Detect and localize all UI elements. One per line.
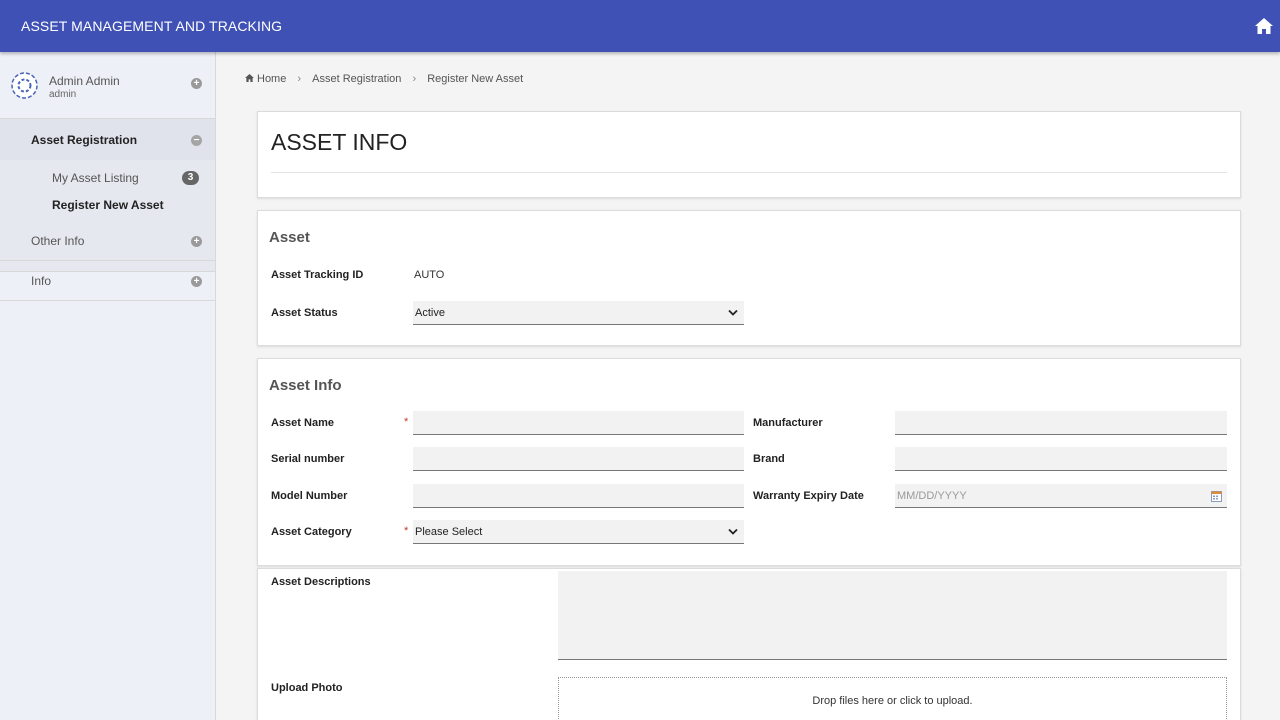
upload-photo-label: Upload Photo — [271, 682, 343, 694]
nav-item-label: Info — [31, 274, 52, 288]
chevron-down-icon — [728, 309, 738, 316]
required-marker: * — [404, 525, 409, 537]
manufacturer-label: Manufacturer — [753, 417, 823, 429]
breadcrumb-home[interactable]: Home — [257, 73, 286, 85]
page-title: ASSET INFO — [271, 129, 408, 155]
nav-section-header[interactable]: Asset Registration − — [0, 119, 215, 160]
chevron-right-icon: › — [297, 73, 302, 85]
asset-name-input[interactable] — [413, 411, 744, 435]
asset-category-value: Please Select — [415, 526, 483, 538]
dropzone-text: Drop files here or click to upload. — [812, 695, 973, 707]
asset-category-select[interactable]: Please Select — [413, 520, 744, 544]
minus-circle-icon[interactable]: − — [191, 135, 202, 146]
model-number-label: Model Number — [271, 490, 348, 502]
model-number-input[interactable] — [413, 484, 744, 508]
nav-section-label: Asset Registration — [31, 133, 138, 147]
asset-category-label: Asset Category — [271, 526, 352, 538]
nav-item-label: Other Info — [31, 234, 85, 248]
serial-number-label: Serial number — [271, 453, 345, 465]
tracking-id-value: AUTO — [414, 269, 445, 281]
manufacturer-input[interactable] — [895, 411, 1227, 435]
asset-status-label: Asset Status — [271, 307, 338, 319]
warranty-expiry-input[interactable]: MM/DD/YYYY — [895, 484, 1227, 508]
asset-descriptions-textarea[interactable] — [558, 571, 1227, 660]
asset-name-label: Asset Name — [271, 417, 334, 429]
asset-status-select[interactable]: Active — [413, 301, 744, 325]
plus-circle-icon[interactable]: + — [191, 78, 202, 89]
section-title: Asset Info — [269, 377, 342, 394]
sidebar-item-info[interactable]: Info + — [0, 261, 215, 301]
details-panel: Asset Descriptions Upload Photo Drop fil… — [257, 568, 1241, 720]
breadcrumb: Home › Asset Registration › Register New… — [245, 73, 523, 85]
sidebar-item-register-new-asset[interactable]: Register New Asset — [52, 198, 164, 212]
section-title: Asset — [269, 229, 310, 246]
asset-descriptions-label: Asset Descriptions — [271, 576, 371, 588]
home-icon[interactable] — [1254, 16, 1274, 36]
calendar-icon[interactable] — [1211, 491, 1222, 502]
upload-dropzone[interactable]: Drop files here or click to upload. — [558, 677, 1227, 720]
chevron-right-icon: › — [412, 73, 417, 85]
plus-circle-icon[interactable]: + — [191, 236, 202, 247]
warranty-expiry-label: Warranty Expiry Date — [753, 490, 864, 502]
required-marker: * — [404, 416, 409, 428]
breadcrumb-current: Register New Asset — [427, 73, 524, 85]
breadcrumb-asset-registration[interactable]: Asset Registration — [312, 73, 401, 85]
user-panel: Admin Admin admin + — [0, 52, 215, 118]
asset-info-panel: Asset Info Asset Name * Serial number Mo… — [257, 358, 1241, 566]
chevron-down-icon — [728, 528, 738, 535]
sidebar-item-my-asset-listing[interactable]: My Asset Listing — [52, 171, 139, 185]
sidebar: Admin Admin admin + Asset Registration −… — [0, 52, 216, 720]
plus-circle-icon[interactable]: + — [191, 276, 202, 287]
count-badge: 3 — [182, 171, 199, 185]
warranty-expiry-placeholder: MM/DD/YYYY — [897, 490, 967, 502]
tracking-id-label: Asset Tracking ID — [271, 269, 364, 281]
user-name: Admin Admin — [49, 74, 120, 88]
divider — [271, 172, 1227, 173]
asset-panel: Asset Asset Tracking ID AUTO Asset Statu… — [257, 210, 1241, 346]
user-role: admin — [49, 89, 77, 100]
top-bar: ASSET MANAGEMENT AND TRACKING — [0, 0, 1280, 52]
title-panel: ASSET INFO — [257, 111, 1241, 198]
sidebar-item-other-info[interactable]: Other Info + — [0, 221, 215, 261]
app-title: ASSET MANAGEMENT AND TRACKING — [21, 18, 283, 34]
avatar-icon — [11, 72, 38, 99]
brand-label: Brand — [753, 453, 785, 465]
asset-status-value: Active — [415, 307, 445, 319]
home-icon — [245, 74, 254, 85]
brand-input[interactable] — [895, 447, 1227, 471]
serial-number-input[interactable] — [413, 447, 744, 471]
